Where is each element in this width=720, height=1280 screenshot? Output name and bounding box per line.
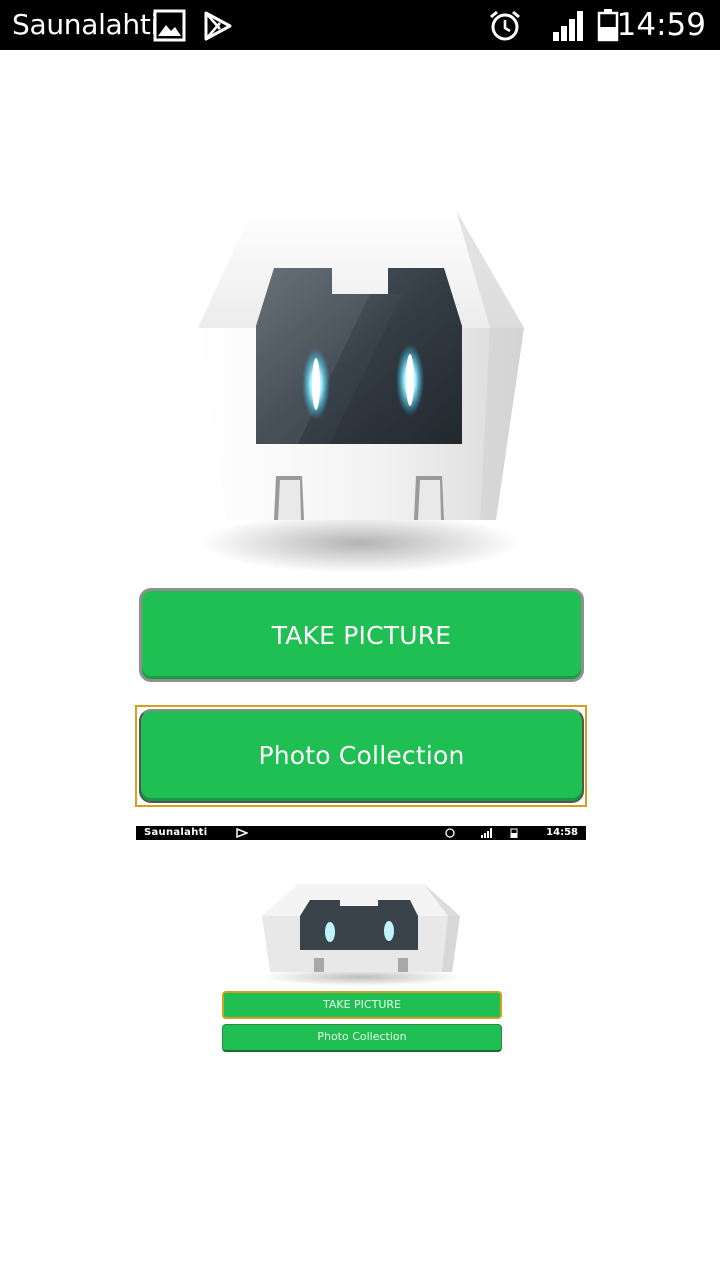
alarm-icon xyxy=(490,10,520,41)
preview-alarm-icon xyxy=(445,828,455,838)
take-picture-button[interactable]: TAKE PICTURE xyxy=(139,588,584,682)
captured-photo-preview: Saunalahti 14:58 TAKE PICTURE Photo Coll… xyxy=(136,826,586,1066)
signal-icon xyxy=(553,11,583,41)
preview-status-bar: Saunalahti 14:58 xyxy=(136,826,586,840)
preview-signal-icon xyxy=(481,828,492,838)
preview-play-store-icon xyxy=(236,828,248,838)
carrier-name: Saunalahti xyxy=(12,8,159,41)
preview-battery-icon xyxy=(510,828,518,838)
preview-photo-collection-button: Photo Collection xyxy=(222,1024,502,1052)
preview-clock: 14:58 xyxy=(546,827,578,838)
preview-cordova-logo xyxy=(261,884,461,986)
cordova-logo xyxy=(198,210,524,573)
clock: 14:59 xyxy=(616,7,706,43)
preview-carrier-name: Saunalahti xyxy=(144,827,208,838)
gallery-icon xyxy=(153,9,186,42)
preview-take-picture-button: TAKE PICTURE xyxy=(222,991,502,1019)
status-bar: Saunalahti 14:59 xyxy=(0,0,720,50)
play-store-icon xyxy=(204,11,232,41)
photo-collection-button[interactable]: Photo Collection xyxy=(139,709,584,803)
